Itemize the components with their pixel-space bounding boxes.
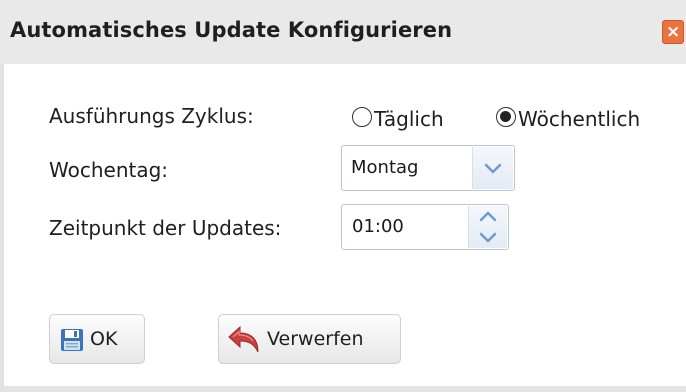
floppy-disk-icon — [61, 329, 83, 351]
time-spin-buttons — [468, 206, 507, 248]
dialog-bottom-border — [0, 386, 686, 392]
time-label: Zeitpunkt der Updates: — [49, 216, 282, 240]
chevron-down-icon — [479, 232, 497, 243]
weekday-dropdown-trigger[interactable] — [472, 147, 513, 189]
undo-arrow-icon — [228, 325, 259, 353]
dialog-left-border — [0, 64, 4, 392]
radio-weekly[interactable] — [496, 107, 516, 127]
dialog-titlebar: Automatisches Update Konfigurieren × — [0, 0, 686, 64]
radio-daily[interactable] — [352, 107, 372, 127]
dialog-title: Automatisches Update Konfigurieren — [10, 18, 453, 42]
weekday-select-value: Montag — [351, 157, 419, 178]
radio-weekly-label[interactable]: Wöchentlich — [518, 107, 640, 131]
chevron-up-icon — [479, 211, 497, 222]
time-value[interactable]: 01:00 — [352, 216, 404, 237]
discard-button[interactable]: Verwerfen — [218, 314, 401, 364]
time-spinner[interactable]: 01:00 — [341, 204, 509, 250]
chevron-down-icon — [484, 163, 502, 174]
discard-button-label: Verwerfen — [267, 328, 364, 350]
close-icon: × — [666, 22, 681, 42]
time-decrement-button[interactable] — [469, 227, 507, 248]
close-button[interactable]: × — [662, 20, 684, 44]
ok-button[interactable]: OK — [49, 314, 145, 364]
time-increment-button[interactable] — [469, 206, 507, 227]
weekday-label: Wochentag: — [49, 158, 169, 182]
ok-button-label: OK — [90, 328, 118, 350]
weekday-select[interactable]: Montag — [341, 145, 515, 191]
cycle-label: Ausführungs Zyklus: — [49, 104, 254, 128]
radio-daily-label[interactable]: Täglich — [374, 107, 444, 131]
